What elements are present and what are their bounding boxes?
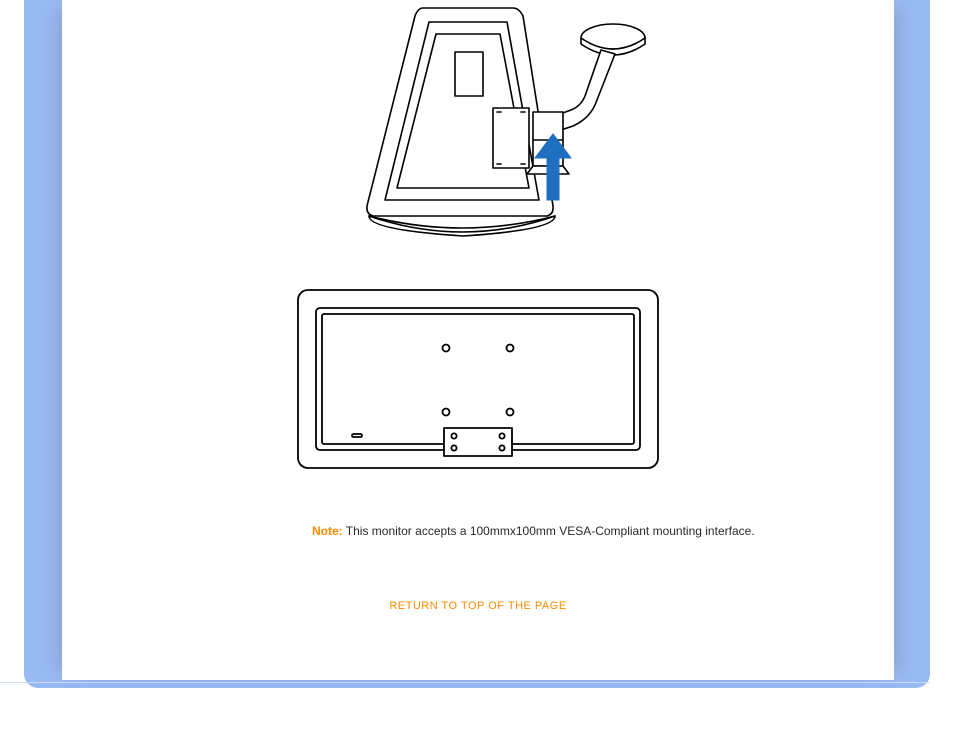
bottom-separator [0, 682, 930, 683]
return-to-top-link[interactable]: RETURN TO TOP OF THE PAGE [389, 600, 566, 612]
note-text: This monitor accepts a 100mmx100mm VESA-… [343, 524, 755, 538]
vesa-note: Note: This monitor accepts a 100mmx100mm… [312, 524, 755, 538]
note-label: Note: [312, 524, 343, 538]
monitor-base-detach-diagram [303, 0, 653, 260]
document-page: Note: This monitor accepts a 100mmx100mm… [62, 0, 894, 680]
monitor-rear-vesa-diagram [296, 288, 660, 474]
